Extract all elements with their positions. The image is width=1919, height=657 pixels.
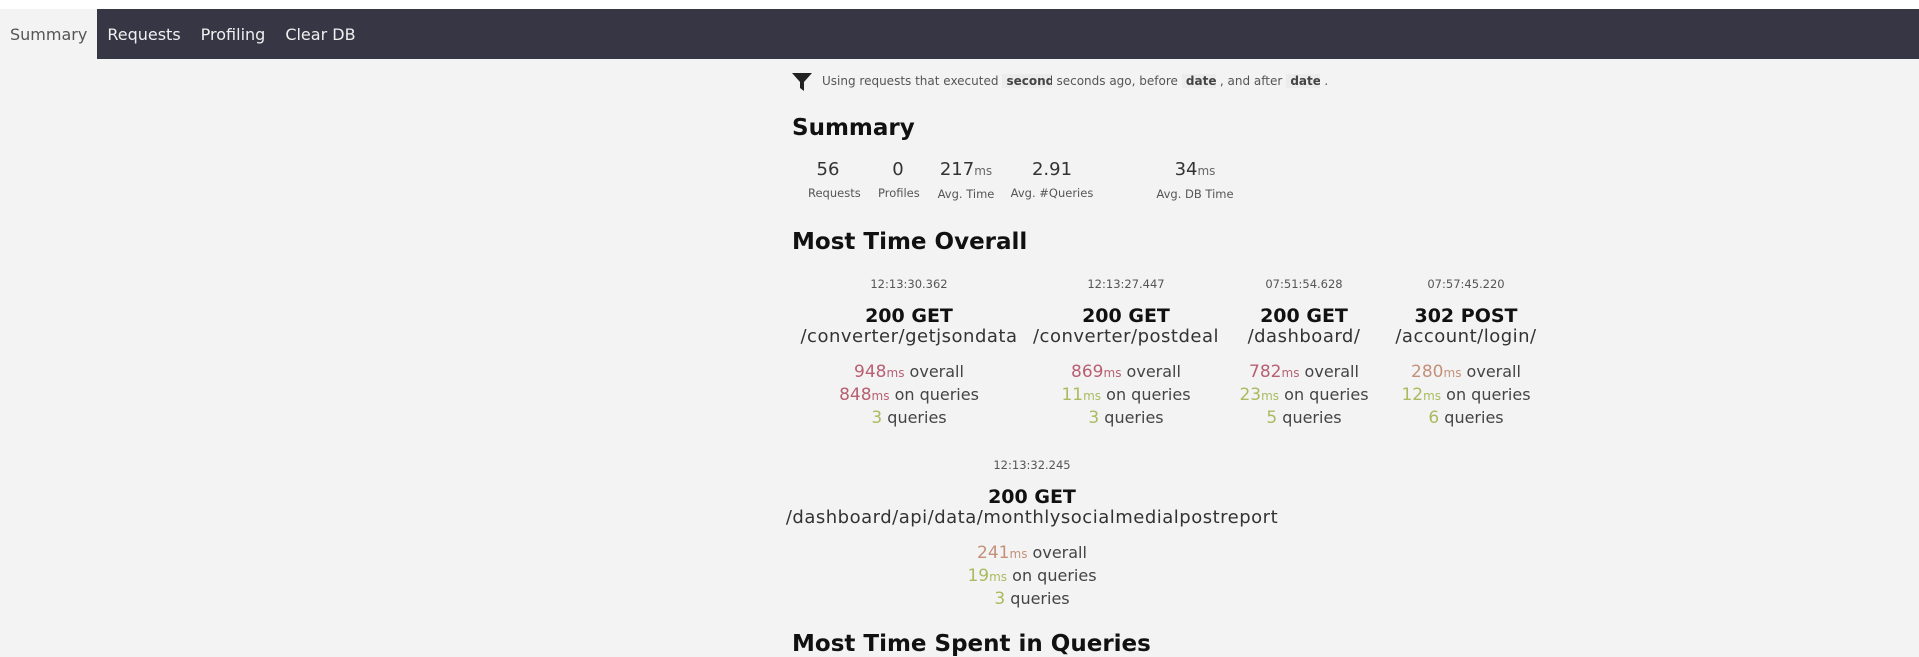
- request-metrics: 280ms overall 12ms on queries 6 queries: [1395, 361, 1536, 429]
- request-card[interactable]: 12:13:30.362 200 GET /converter/getjsond…: [800, 277, 1017, 429]
- ms-unit: ms: [886, 366, 905, 380]
- stat-value: 217: [939, 159, 975, 180]
- top-strip: [0, 0, 1919, 9]
- on-queries-value: 23: [1239, 385, 1262, 405]
- on-queries-label: on queries: [1012, 566, 1097, 585]
- on-queries-value: 12: [1401, 385, 1424, 405]
- nav-clear-db[interactable]: Clear DB: [275, 9, 365, 59]
- request-metrics: 782ms overall 23ms on queries 5 queries: [1239, 361, 1368, 429]
- request-timestamp: 07:57:45.220: [1427, 277, 1505, 291]
- on-queries-value: 19: [967, 566, 990, 586]
- stat-requests: 56 Requests: [808, 159, 861, 200]
- overall-label: overall: [1126, 362, 1181, 381]
- request-metrics: 869ms overall 11ms on queries 3 queries: [1033, 361, 1219, 429]
- filter-seconds-input[interactable]: seconds: [1002, 74, 1053, 88]
- request-timestamp: 12:13:27.447: [1087, 277, 1165, 291]
- filter-after-date-input[interactable]: date: [1286, 74, 1321, 88]
- stat-value: 0: [892, 159, 904, 180]
- request-path[interactable]: /dashboard/: [1239, 327, 1368, 347]
- request-card[interactable]: 12:13:32.245 200 GET /dashboard/api/data…: [786, 458, 1278, 610]
- stat-label: Requests: [808, 186, 861, 200]
- overall-label: overall: [1032, 543, 1087, 562]
- request-metrics: 241ms overall 19ms on queries 3 queries: [786, 542, 1278, 610]
- queries-label: queries: [1282, 408, 1342, 427]
- overall-value: 948: [854, 362, 887, 382]
- request-timestamp: 07:51:54.628: [1265, 277, 1343, 291]
- on-queries-label: on queries: [1284, 385, 1369, 404]
- filter-before-date-input[interactable]: date: [1181, 74, 1216, 88]
- overall-value: 241: [977, 543, 1010, 563]
- top-navbar: Summary Requests Profiling Clear DB: [0, 9, 1919, 59]
- request-timestamp: 12:13:30.362: [870, 277, 948, 291]
- stat-label: Avg. Time: [937, 187, 995, 201]
- filter-prefix: Using requests that executed: [822, 74, 999, 88]
- request-path[interactable]: /converter/postdeal: [1033, 327, 1219, 347]
- overall-value: 782: [1249, 362, 1282, 382]
- most-time-overall-heading: Most Time Overall: [792, 229, 1028, 255]
- stat-value: 34: [1174, 159, 1198, 180]
- request-status: 302 POST: [1414, 305, 1518, 327]
- ms-unit: ms: [1103, 366, 1122, 380]
- queries-label: queries: [887, 408, 947, 427]
- ms-unit: ms: [1083, 389, 1102, 403]
- request-status: 200 GET: [865, 305, 953, 327]
- request-path[interactable]: /account/login/: [1395, 327, 1536, 347]
- on-queries-value: 848: [839, 385, 872, 405]
- overall-label: overall: [909, 362, 964, 381]
- on-queries-label: on queries: [1106, 385, 1191, 404]
- request-status: 200 GET: [1082, 305, 1170, 327]
- on-queries-label: on queries: [1446, 385, 1531, 404]
- filter-icon[interactable]: [792, 71, 812, 91]
- queries-count: 5: [1266, 408, 1278, 428]
- request-timestamp: 12:13:32.245: [993, 458, 1071, 472]
- ms-unit: ms: [1423, 389, 1442, 403]
- ms-unit: ms: [1443, 366, 1462, 380]
- stat-label: Avg. #Queries: [1010, 186, 1094, 200]
- nav-profiling[interactable]: Profiling: [191, 9, 276, 59]
- queries-count: 6: [1428, 408, 1440, 428]
- filter-bar: Using requests that executed seconds sec…: [792, 71, 1328, 91]
- stat-unit: ms: [1197, 164, 1216, 178]
- filter-connector: , and after: [1219, 74, 1283, 88]
- stat-unit: ms: [974, 164, 993, 178]
- ms-unit: ms: [1009, 547, 1028, 561]
- queries-count: 3: [994, 589, 1006, 609]
- queries-label: queries: [1444, 408, 1504, 427]
- ms-unit: ms: [1281, 366, 1300, 380]
- overall-value: 869: [1071, 362, 1104, 382]
- queries-label: queries: [1104, 408, 1164, 427]
- on-queries-label: on queries: [894, 385, 979, 404]
- most-time-queries-heading: Most Time Spent in Queries: [792, 631, 1151, 657]
- overall-label: overall: [1466, 362, 1521, 381]
- filter-suffix: .: [1324, 74, 1329, 88]
- nav-requests[interactable]: Requests: [97, 9, 190, 59]
- ms-unit: ms: [871, 389, 890, 403]
- on-queries-value: 11: [1061, 385, 1084, 405]
- stat-value: 56: [816, 159, 840, 180]
- request-card[interactable]: 12:13:27.447 200 GET /converter/postdeal…: [1033, 277, 1219, 429]
- nav-summary[interactable]: Summary: [0, 9, 98, 59]
- request-status: 200 GET: [988, 486, 1076, 508]
- queries-count: 3: [871, 408, 883, 428]
- ms-unit: ms: [1261, 389, 1280, 403]
- ms-unit: ms: [989, 570, 1008, 584]
- stat-profiles: 0 Profiles: [878, 159, 920, 200]
- queries-label: queries: [1010, 589, 1070, 608]
- stat-value: 2.91: [1031, 159, 1073, 180]
- request-path[interactable]: /converter/getjsondata: [800, 327, 1017, 347]
- stat-label: Avg. DB Time: [1156, 187, 1234, 201]
- request-path[interactable]: /dashboard/api/data/monthlysocialmedialp…: [786, 508, 1278, 528]
- request-card[interactable]: 07:57:45.220 302 POST /account/login/ 28…: [1395, 277, 1536, 429]
- overall-value: 280: [1411, 362, 1444, 382]
- stat-label: Profiles: [878, 186, 920, 200]
- request-card[interactable]: 07:51:54.628 200 GET /dashboard/ 782ms o…: [1239, 277, 1368, 429]
- request-metrics: 948ms overall 848ms on queries 3 queries: [800, 361, 1017, 429]
- overall-label: overall: [1304, 362, 1359, 381]
- filter-middle: seconds ago, before: [1056, 74, 1178, 88]
- summary-heading: Summary: [792, 115, 915, 141]
- stat-avg-time: 217ms Avg. Time: [936, 159, 996, 201]
- request-status: 200 GET: [1260, 305, 1348, 327]
- queries-count: 3: [1088, 408, 1100, 428]
